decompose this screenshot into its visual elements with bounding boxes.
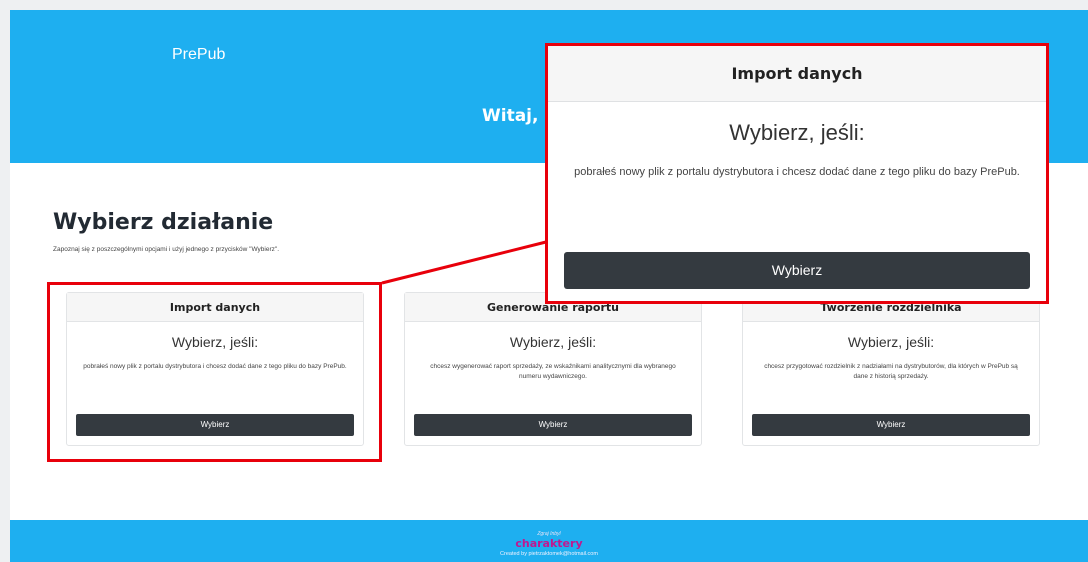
footer-logo[interactable]: charaktery — [10, 537, 1088, 550]
card-description: chcesz wygenerować raport sprzedaży, ze … — [430, 363, 676, 380]
select-report-button[interactable]: Wybierz — [414, 414, 692, 436]
section-subtitle: Zapoznaj się z poszczególnymi opcjami i … — [53, 246, 280, 253]
section-title: Wybierz działanie — [53, 210, 274, 235]
card-distribution: Tworzenie rozdzielnika Wybierz, jeśli: c… — [742, 292, 1040, 446]
zoom-description: pobrałeś nowy plik z portalu dystrybutor… — [574, 166, 1020, 178]
card-description: chcesz przygotować rozdzielnik z nadział… — [764, 363, 1018, 380]
zoom-title: Import danych — [548, 46, 1046, 102]
card-report: Generowanie raportu Wybierz, jeśli: chce… — [404, 292, 702, 446]
zoom-callout: Import danych Wybierz, jeśli: pobrałeś n… — [545, 43, 1049, 304]
card-lead: Wybierz, jeśli: — [847, 334, 935, 350]
footer-credit: Created by pietrzaktomek@hotmail.com — [500, 551, 598, 557]
highlight-box — [47, 282, 382, 462]
select-distribution-button[interactable]: Wybierz — [752, 414, 1030, 436]
card-lead: Wybierz, jeśli: — [509, 334, 597, 350]
zoom-lead: Wybierz, jeśli: — [729, 120, 865, 145]
footer: Zgraj Inbyl charaktery Created by pietrz… — [10, 520, 1088, 562]
welcome-heading: Witaj, — [482, 106, 539, 126]
zoom-select-button[interactable]: Wybierz — [564, 252, 1030, 289]
brand-logo-text[interactable]: PrePub — [172, 46, 225, 64]
